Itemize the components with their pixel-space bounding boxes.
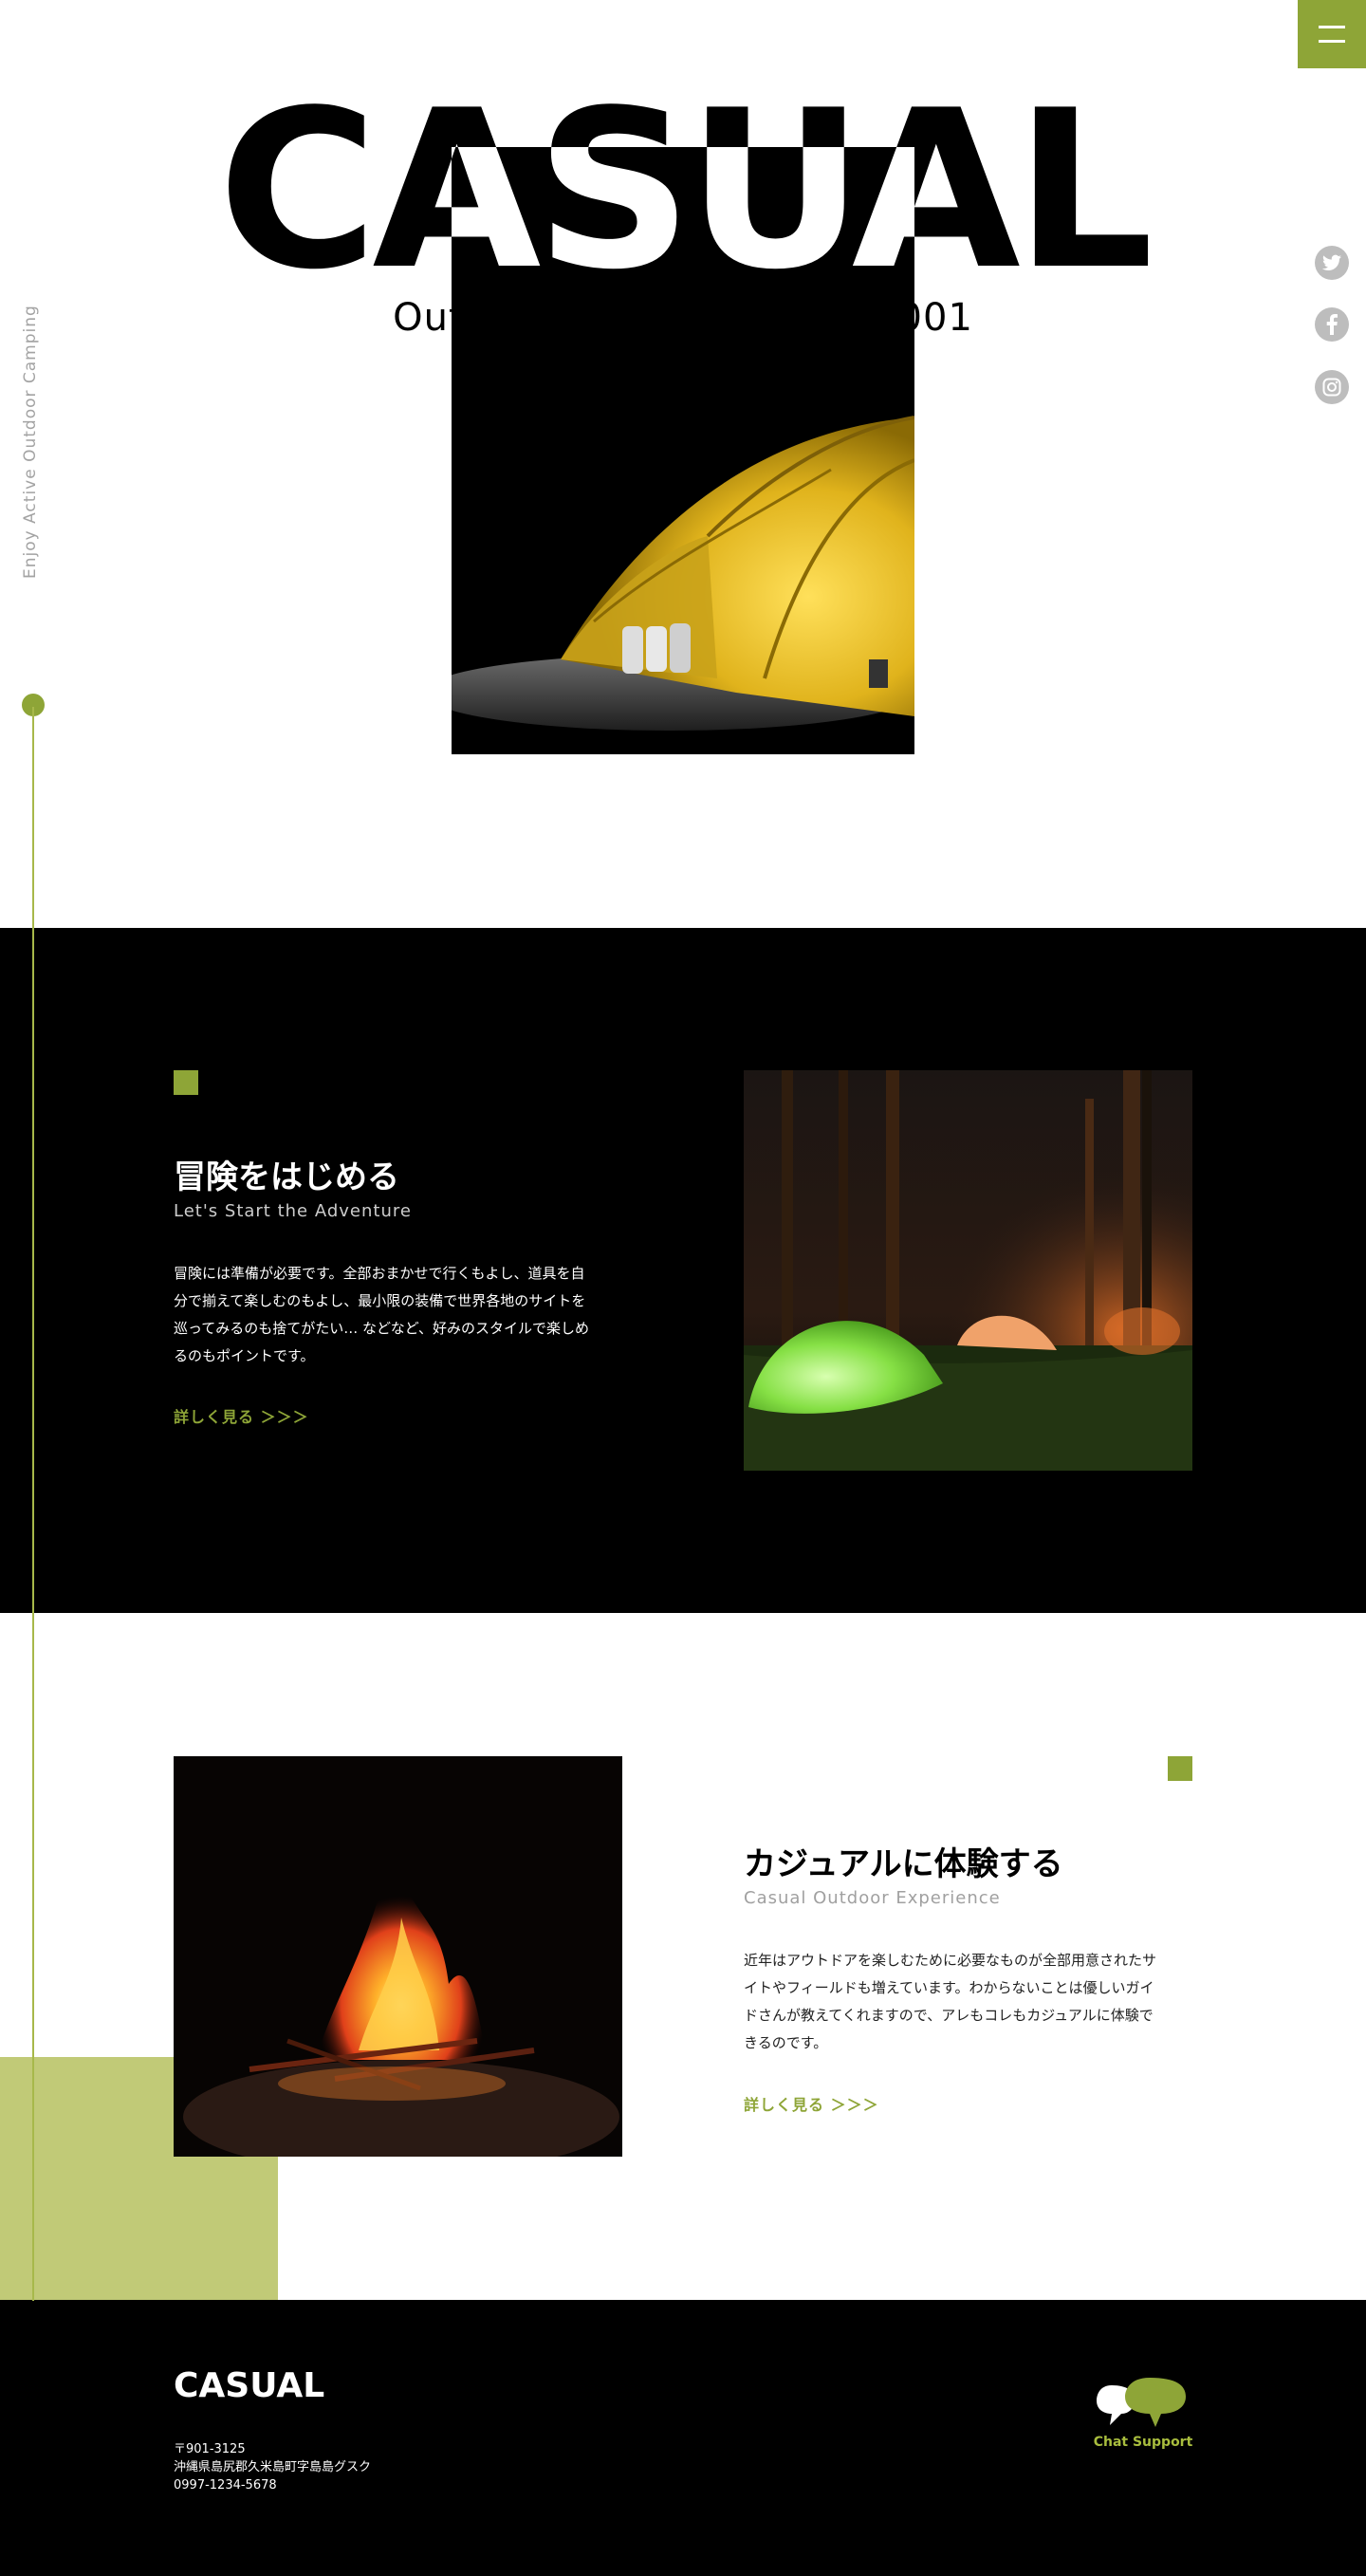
address-line: 沖縄県島尻郡久米島町字島島グスク <box>174 2460 372 2474</box>
section-subtitle: Let's Start the Adventure <box>174 1201 412 1221</box>
body-line: るのもポイントです。 <box>174 1347 315 1364</box>
menu-button[interactable] <box>1298 0 1366 68</box>
body-line: 近年はアウトドアを楽しむために必要なものが全部用意されたサ <box>744 1952 1157 1969</box>
footer: CASUAL 〒901-3125 沖縄県島尻郡久米島町字島島グスク 0997-1… <box>0 2300 1366 2576</box>
chat-bubbles-icon <box>1097 2378 1186 2427</box>
vertical-caption: Enjoy Active Outdoor Camping <box>21 305 40 579</box>
body-line: 巡ってみるのも捨てがたい… などなど、好みのスタイルで楽しめ <box>174 1320 589 1337</box>
hero-tagline: Outdoor Camping since 2001 <box>313 296 1053 340</box>
body-line: ドさんが教えてくれますので、アレもコレもカジュアルに体験で <box>744 2007 1154 2024</box>
more-link[interactable]: 詳しく見る ＞＞＞ <box>174 1404 309 1427</box>
body-line: イトやフィールドも増えています。わからないことは優しいガイ <box>744 1979 1154 1996</box>
footer-logo[interactable]: CASUAL <box>174 2366 324 2405</box>
phone-number: 0997-1234-5678 <box>174 2478 277 2493</box>
section-adventure: 冒険をはじめる Let's Start the Adventure 冒険には準備… <box>0 928 1366 1613</box>
twitter-icon[interactable] <box>1315 246 1349 280</box>
section-subtitle: Casual Outdoor Experience <box>744 1888 1001 1908</box>
more-link[interactable]: 詳しく見る ＞＞＞ <box>744 2092 879 2115</box>
chat-support-button[interactable]: Chat Support <box>1091 2372 1195 2457</box>
forest-tents-image <box>744 1070 1192 1471</box>
body-line: 分で揃えて楽しむのもよし、最小限の装備で世界各地のサイトを <box>174 1292 586 1309</box>
instagram-icon[interactable] <box>1315 370 1349 404</box>
hero-tent-image <box>452 147 914 754</box>
hamburger-menu-icon-bar <box>1319 40 1345 43</box>
campfire-image <box>174 1756 622 2157</box>
chat-support-label: Chat Support <box>1093 2435 1193 2450</box>
section-body: 近年はアウトドアを楽しむために必要なものが全部用意されたサ イトやフィールドも増… <box>744 1947 1218 2057</box>
body-line: 冒険には準備が必要です。全部おまかせで行くもよし、道具を自 <box>174 1265 585 1282</box>
footer-address: 〒901-3125 沖縄県島尻郡久米島町字島島グスク 0997-1234-567… <box>174 2440 371 2494</box>
facebook-icon[interactable] <box>1315 307 1349 342</box>
accent-square <box>174 1070 198 1095</box>
hero-tagline-text: Outdoor Camping since 2001 <box>393 296 973 340</box>
section-body: 冒険には準備が必要です。全部おまかせで行くもよし、道具を自 分で揃えて楽しむのも… <box>174 1260 648 1370</box>
section-title: 冒険をはじめる <box>174 1158 399 1196</box>
hamburger-menu-icon <box>1319 26 1345 28</box>
accent-square <box>1168 1756 1192 1781</box>
scroll-indicator-line <box>32 707 34 2301</box>
body-line: きるのです。 <box>744 2034 828 2051</box>
postal-code: 〒901-3125 <box>174 2442 246 2456</box>
section-title: カジュアルに体験する <box>744 1845 1063 1883</box>
